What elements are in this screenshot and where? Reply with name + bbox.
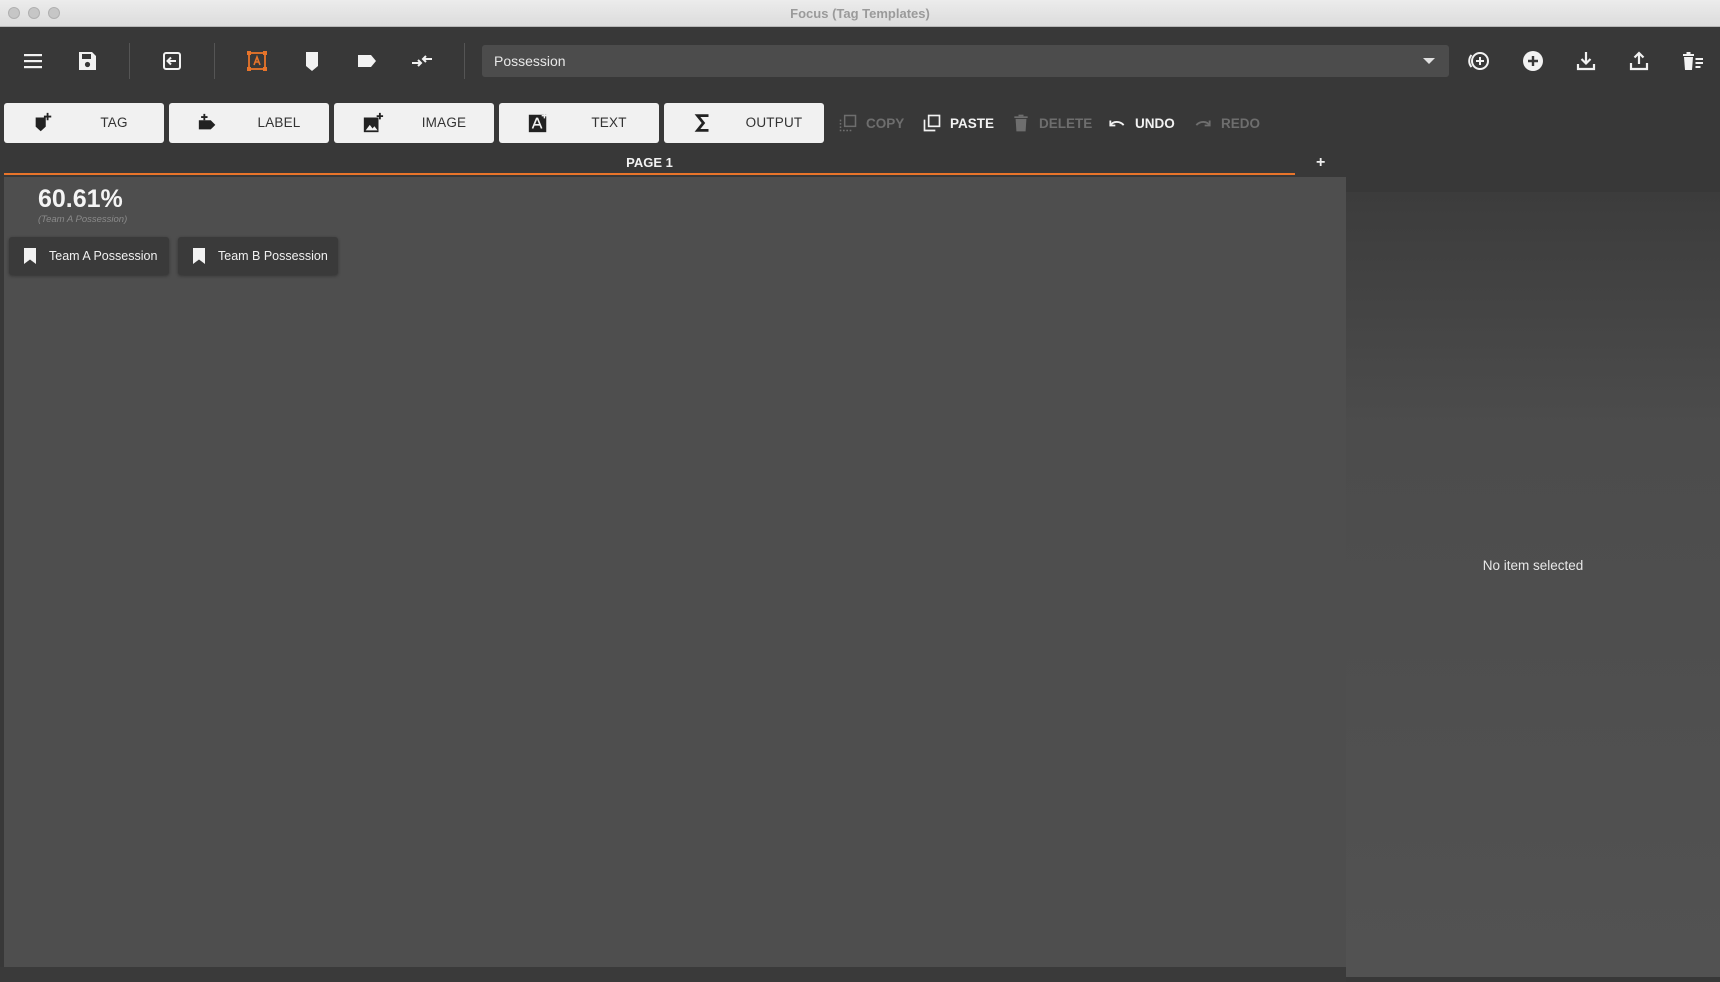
toolbar-divider — [129, 43, 130, 79]
add-tag-icon — [35, 112, 52, 132]
redo-icon — [1195, 120, 1211, 127]
undo-button[interactable]: UNDO — [1107, 112, 1175, 134]
add-text-button[interactable]: TEXT — [499, 103, 659, 143]
upload-icon[interactable] — [1625, 47, 1653, 75]
delete-label: DELETE — [1039, 115, 1093, 131]
window-title: Focus (Tag Templates) — [790, 6, 930, 21]
add-label-icon — [198, 113, 216, 130]
tag-icon[interactable] — [298, 47, 326, 75]
window-titlebar: Focus (Tag Templates) — [0, 0, 1720, 27]
canvas-bottom-edge — [0, 967, 1346, 982]
add-circle-outline-icon[interactable] — [1465, 47, 1493, 75]
add-tag-label: TAG — [100, 115, 128, 130]
properties-panel: No item selected — [1346, 192, 1720, 977]
copy-button[interactable]: COPY — [838, 112, 904, 134]
label-icon[interactable] — [353, 47, 381, 75]
chevron-down-icon — [1423, 58, 1435, 64]
add-output-button[interactable]: OUTPUT — [664, 103, 824, 143]
select-tool-icon[interactable] — [243, 47, 271, 75]
add-label-button[interactable]: LABEL — [169, 103, 329, 143]
add-image-icon — [363, 112, 384, 133]
delete-list-icon[interactable] — [1679, 47, 1707, 75]
paste-label: PASTE — [950, 115, 995, 131]
tag-button-team-b[interactable]: Team B Possession — [178, 237, 338, 275]
tag-button-label: Team A Possession — [49, 249, 158, 263]
menu-icon[interactable] — [19, 47, 47, 75]
add-text-label: TEXT — [591, 115, 627, 130]
tab-page-1-label: PAGE 1 — [626, 155, 673, 170]
add-page-button[interactable]: + — [1316, 154, 1325, 172]
copy-label: COPY — [866, 115, 905, 131]
main-toolbar: Possession — [0, 27, 1720, 95]
no-selection-message: No item selected — [1482, 558, 1584, 573]
undo-icon — [1109, 120, 1125, 127]
toolbar-divider — [464, 43, 465, 79]
paste-icon — [923, 114, 941, 132]
tab-page-1[interactable]: PAGE 1 — [4, 152, 1295, 175]
output-value[interactable]: 60.61% — [38, 185, 123, 214]
template-canvas[interactable]: 60.61% (Team A Possession) Team A Posses… — [4, 177, 1346, 967]
active-tab-indicator — [4, 173, 1295, 175]
download-icon[interactable] — [1572, 47, 1600, 75]
insert-ribbon: TAG LABEL IMAGE TEXT OUTPUT COPY PASTE D… — [0, 103, 1720, 143]
add-image-label: IMAGE — [421, 115, 467, 130]
add-tag-button[interactable]: TAG — [4, 103, 164, 143]
redo-button[interactable]: REDO — [1193, 112, 1260, 134]
tag-button-team-a[interactable]: Team A Possession — [9, 237, 169, 275]
add-circle-icon[interactable] — [1519, 47, 1547, 75]
exit-icon[interactable] — [158, 47, 186, 75]
add-label-label: LABEL — [257, 115, 301, 130]
template-select-value: Possession — [494, 53, 566, 69]
add-output-label: OUTPUT — [745, 115, 803, 130]
add-image-button[interactable]: IMAGE — [334, 103, 494, 143]
toolbar-divider — [214, 43, 215, 79]
add-text-icon — [528, 112, 548, 133]
tag-button-label: Team B Possession — [218, 249, 328, 263]
sigma-icon — [694, 114, 709, 132]
link-icon[interactable] — [408, 47, 436, 75]
save-icon[interactable] — [73, 47, 101, 75]
bookmark-icon — [24, 248, 36, 264]
paste-button[interactable]: PASTE — [922, 112, 994, 134]
copy-icon — [839, 114, 857, 132]
redo-label: REDO — [1221, 115, 1261, 131]
output-caption: (Team A Possession) — [38, 214, 128, 225]
template-select[interactable]: Possession — [482, 45, 1449, 77]
delete-button[interactable]: DELETE — [1011, 112, 1092, 134]
trash-icon — [1014, 114, 1028, 132]
bookmark-icon — [193, 248, 205, 264]
page-tabbar: PAGE 1 + — [4, 152, 1346, 177]
undo-label: UNDO — [1135, 115, 1175, 131]
